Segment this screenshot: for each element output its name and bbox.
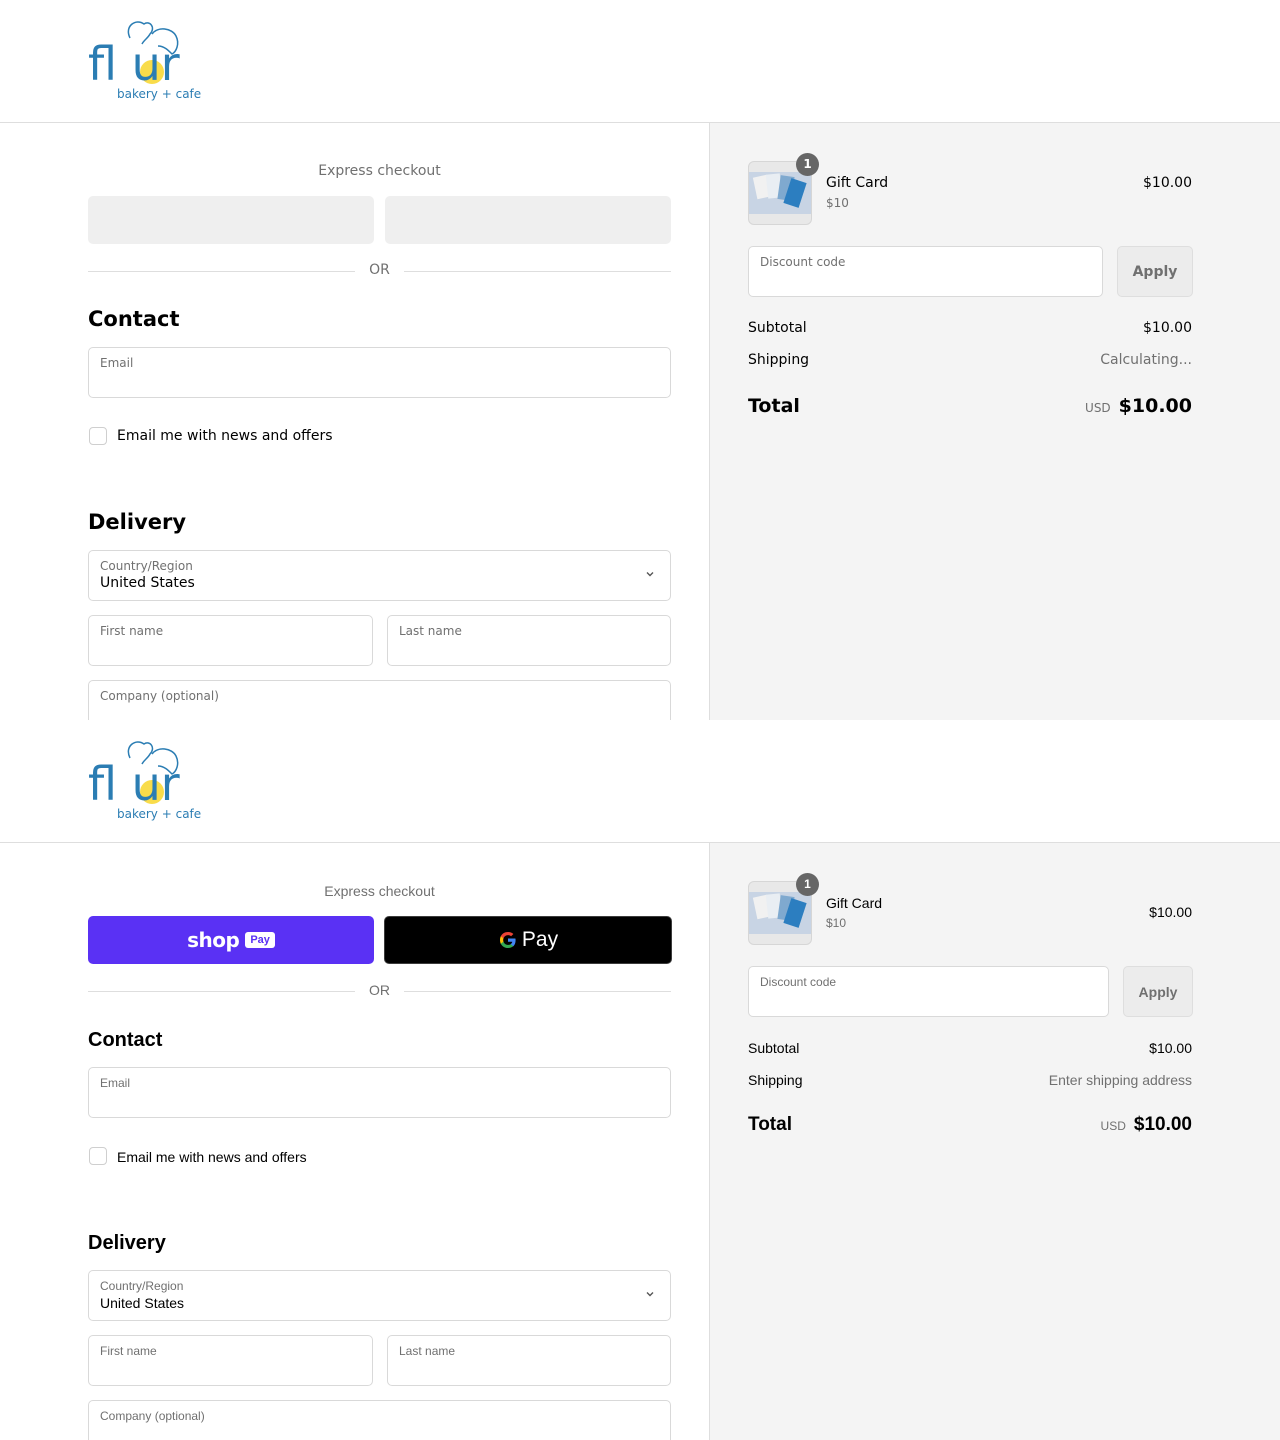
shop-pay-button[interactable]: shop Pay [88,916,374,964]
shipping-label: Shipping [748,1072,803,1088]
country-label: Country/Region [100,1279,184,1293]
newsletter-checkbox[interactable] [89,1147,107,1165]
shipping-value: Calculating... [1100,352,1192,368]
checkout-form: Express checkout shop Pay Pay OR Contact… [0,843,710,1440]
delivery-heading: Delivery [88,510,187,534]
company-label: Company (optional) [100,1409,205,1423]
currency-code: USD [1100,1119,1126,1133]
discount-label: Discount code [760,255,846,269]
checkout-form: Express checkout OR Contact Email Email … [0,123,710,720]
country-value: United States [100,1295,185,1311]
contact-heading: Contact [88,307,180,331]
or-text: OR [369,262,390,278]
express-button-placeholder-1[interactable] [88,196,374,244]
item-variant: $10 [826,916,847,930]
first-name-field[interactable]: First name [88,615,373,666]
item-price: $10.00 [1143,175,1192,191]
chevron-down-icon [646,572,654,577]
google-pay-button[interactable]: Pay [384,916,672,964]
shop-pay-badge: Pay [245,932,275,948]
item-name: Gift Card [826,175,889,191]
divider-line [404,991,671,992]
last-name-field[interactable]: Last name [387,1335,671,1386]
apply-button[interactable]: Apply [1117,246,1193,297]
total-label: Total [748,1114,792,1135]
first-name-field[interactable]: First name [88,1335,373,1386]
item-price: $10.00 [1149,904,1192,920]
email-field[interactable]: Email [88,1067,671,1118]
checkout-frame-1: fl ur bakery + cafe Express checkout OR … [0,0,1280,720]
subtotal-value: $10.00 [1149,1040,1192,1056]
divider-line [88,271,355,272]
first-name-label: First name [100,1344,157,1358]
newsletter-label: Email me with news and offers [117,1149,307,1165]
country-select[interactable]: Country/Region United States [88,550,671,601]
header: fl ur bakery + cafe [0,0,1280,123]
logo-tagline: bakery + cafe [117,807,201,821]
country-value: United States [100,575,195,591]
or-text: OR [369,982,390,998]
chevron-down-icon [646,1292,654,1297]
divider-line [88,991,355,992]
company-field[interactable]: Company (optional) [88,1400,671,1440]
delivery-heading: Delivery [88,1232,166,1254]
subtotal-label: Subtotal [748,320,807,336]
total-amount: USD $10.00 [1085,395,1192,417]
or-divider: OR [88,982,671,1000]
logo-wordmark: fl ur [88,757,180,811]
checkout-frame-2: fl ur bakery + cafe Express checkout sho… [0,720,1280,1440]
country-select[interactable]: Country/Region United States [88,1270,671,1321]
country-label: Country/Region [100,559,193,573]
header: fl ur bakery + cafe [0,720,1280,843]
email-field[interactable]: Email [88,347,671,398]
shop-pay-wordmark: shop [187,928,240,952]
express-checkout-title: Express checkout [318,163,441,179]
last-name-field[interactable]: Last name [387,615,671,666]
apply-button[interactable]: Apply [1123,966,1193,1017]
divider-line [404,271,671,272]
newsletter-label: Email me with news and offers [117,428,333,444]
total-value: $10.00 [1118,395,1192,417]
logo-wordmark: fl ur [88,37,180,91]
logo-tagline: bakery + cafe [117,87,201,101]
last-name-label: Last name [399,1344,456,1358]
item-variant: $10 [826,196,849,210]
discount-code-field[interactable]: Discount code [748,246,1103,297]
total-value: $10.00 [1133,1114,1192,1135]
discount-code-field[interactable]: Discount code [748,966,1109,1017]
or-divider: OR [88,262,671,280]
email-label: Email [100,1076,131,1090]
last-name-label: Last name [399,624,462,638]
total-label: Total [748,395,800,417]
contact-heading: Contact [88,1029,163,1051]
total-amount: USD $10.00 [1101,1114,1192,1136]
item-name: Gift Card [826,895,883,911]
company-label: Company (optional) [100,689,219,703]
logo[interactable]: fl ur bakery + cafe [88,18,230,104]
newsletter-checkbox[interactable] [89,427,107,445]
email-label: Email [100,356,134,370]
google-pay-wordmark: Pay [521,928,559,951]
express-button-placeholder-2[interactable] [385,196,671,244]
subtotal-label: Subtotal [748,1040,800,1056]
discount-label: Discount code [760,975,837,989]
express-checkout-title: Express checkout [324,883,435,899]
first-name-label: First name [100,624,164,638]
company-field[interactable]: Company (optional) [88,680,671,720]
google-g-icon [499,932,516,948]
subtotal-value: $10.00 [1143,320,1192,336]
order-summary: 1 Gift Card $10 $10.00 Discount code App… [709,123,1280,720]
logo[interactable]: fl ur bakery + cafe [88,738,230,824]
shipping-label: Shipping [748,352,810,368]
currency-code: USD [1085,401,1111,415]
quantity-badge: 1 [796,153,819,176]
order-summary: 1 Gift Card $10 $10.00 Discount code App… [709,843,1280,1440]
quantity-badge: 1 [796,873,819,896]
shipping-value: Enter shipping address [1048,1072,1192,1088]
